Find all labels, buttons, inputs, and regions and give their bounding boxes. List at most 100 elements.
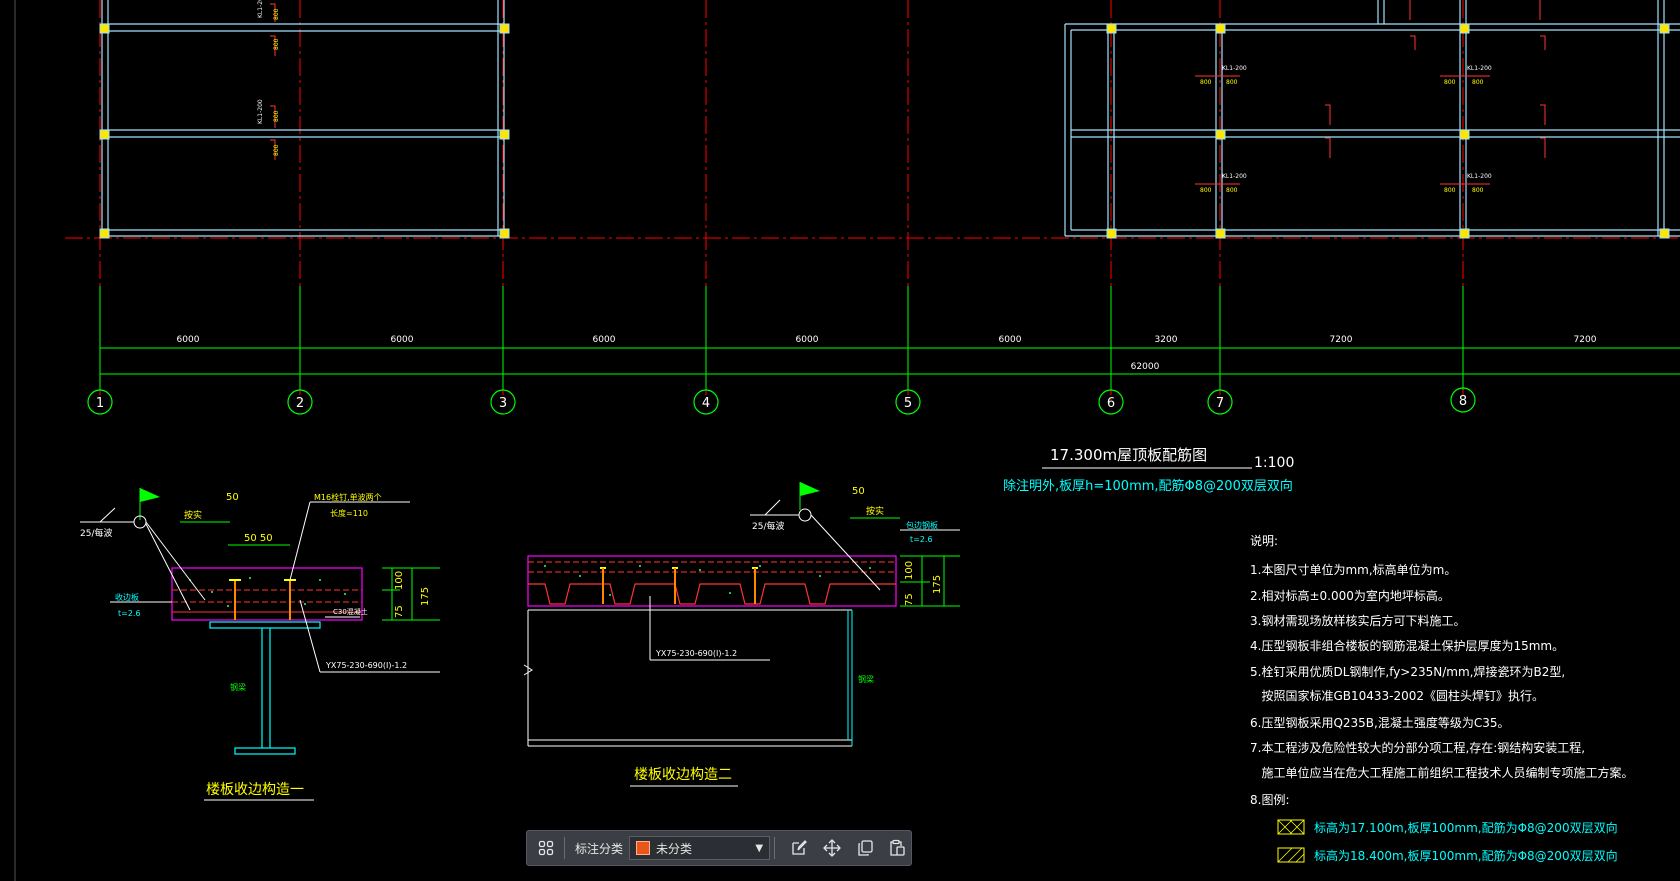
rebar-labels-left: KL1-200 KL1-200 <box>257 0 264 124</box>
detail1-dim-50: 50 <box>226 492 239 503</box>
svg-text:7200: 7200 <box>1330 335 1353 345</box>
cad-drawing-canvas[interactable]: KL1-200 KL1-200 800 800 800 800 KL1-200 … <box>0 0 1680 881</box>
detail2-dim-175: 175 <box>932 575 943 594</box>
detail-2: 25/每波 50 按实 75 100 175 包边钢板 t=2.6 YX75-2… <box>523 482 960 787</box>
svg-text:2: 2 <box>296 396 304 411</box>
svg-text:KL1-200: KL1-200 <box>1467 65 1492 72</box>
note-item: 2.相对标高±0.000为室内地坪标高。 <box>1250 588 1450 603</box>
note-item: 1.本图尺寸单位为mm,标高单位为m。 <box>1250 562 1456 577</box>
note-item: 5.栓钉采用优质DL钢制作,fy>235N/mm,焊接瓷环为B2型, <box>1250 664 1565 679</box>
svg-text:800: 800 <box>273 38 280 50</box>
svg-text:800: 800 <box>1200 187 1212 194</box>
svg-text:800: 800 <box>1200 79 1212 86</box>
detail2-deck-label: YX75-230-690(I)-1.2 <box>655 649 737 658</box>
svg-text:KL1-200: KL1-200 <box>1467 173 1492 180</box>
detail1-dim-50-50: 50 50 <box>244 533 273 544</box>
note-item: 6.压型钢板采用Q235B,混凝土强度等级为C35。 <box>1250 715 1510 730</box>
detail1-weld-label: 25/每波 <box>80 527 113 539</box>
copy-icon[interactable] <box>851 834 878 862</box>
frame-right <box>1064 0 1680 237</box>
legend: 标高为17.100m,板厚100mm,配筋为Φ8@200双层双向 标高为18.4… <box>1277 819 1618 863</box>
detail2-beam-label: 钢梁 <box>858 674 874 684</box>
toolbar-separator <box>774 837 776 859</box>
notes-heading: 说明: <box>1250 533 1278 548</box>
svg-text:6000: 6000 <box>177 335 200 345</box>
svg-text:5: 5 <box>904 396 912 411</box>
legend-item-2: 标高为18.400m,板厚100mm,配筋为Φ8@200双层双向 <box>1314 848 1618 863</box>
frame-left-columns <box>99 23 510 239</box>
svg-text:800: 800 <box>1472 187 1484 194</box>
drawing-note: 除注明外,板厚h=100mm,配筋Φ8@200双层双向 <box>1003 478 1293 494</box>
grid-axis-lines <box>65 0 1680 400</box>
svg-text:800: 800 <box>1472 79 1484 86</box>
svg-text:1: 1 <box>96 396 104 411</box>
note-item: 3.钢材需现场放样核实后方可下料施工。 <box>1250 613 1465 628</box>
category-selected-value: 未分类 <box>655 841 692 856</box>
note-item: 按照国家标准GB10433-2002《圆柱头焊钉》执行。 <box>1250 688 1544 703</box>
drawing-scale: 1:100 <box>1254 455 1294 471</box>
detail2-dim-50: 50 <box>852 486 865 497</box>
rebar-marks-right <box>1195 0 1546 185</box>
detail1-edge-t: t=2.6 <box>118 609 141 618</box>
svg-text:7200: 7200 <box>1574 335 1597 345</box>
svg-text:KL1-200: KL1-200 <box>257 99 264 124</box>
detail1-anchor-label: 按实 <box>184 509 202 521</box>
grid-apps-icon[interactable] <box>533 834 560 862</box>
detail2-weld-label: 25/每波 <box>752 520 785 532</box>
category-color-swatch <box>635 841 650 855</box>
frame-right-columns <box>1106 23 1670 239</box>
axis-bubble-labels: 1 2 3 4 5 6 7 8 <box>96 394 1467 411</box>
svg-text:KL1-200: KL1-200 <box>1222 65 1247 72</box>
general-notes: 说明: 1.本图尺寸单位为mm,标高单位为m。 2.相对标高±0.000为室内地… <box>1250 533 1633 807</box>
svg-text:6: 6 <box>1107 396 1115 411</box>
svg-text:6000: 6000 <box>796 335 819 345</box>
svg-text:800: 800 <box>1226 187 1238 194</box>
svg-text:800: 800 <box>273 110 280 122</box>
detail2-edge-label: 包边钢板 <box>906 520 938 530</box>
detail2-title: 楼板收边构造二 <box>634 767 732 783</box>
svg-text:800: 800 <box>1226 79 1238 86</box>
svg-text:KL1-200: KL1-200 <box>1222 173 1247 180</box>
svg-text:7: 7 <box>1216 396 1224 411</box>
toolbar-separator <box>563 837 565 859</box>
span-dimension-labels: 6000 6000 6000 6000 6000 3200 7200 7200 … <box>177 335 1597 372</box>
svg-text:3200: 3200 <box>1155 335 1178 345</box>
legend-item-1: 标高为17.100m,板厚100mm,配筋为Φ8@200双层双向 <box>1314 820 1618 835</box>
detail2-dim-75: 75 <box>904 593 915 606</box>
move-icon[interactable] <box>818 834 845 862</box>
svg-text:8: 8 <box>1459 394 1467 409</box>
chevron-down-icon: ▼ <box>755 842 764 854</box>
detail1-dim-175: 175 <box>420 587 431 606</box>
detail1-stud-length: 长度=110 <box>330 508 368 518</box>
svg-text:62000: 62000 <box>1131 362 1160 372</box>
frame-left <box>101 0 505 237</box>
note-item: 4.压型钢板非组合楼板的钢筋混凝土保护层厚度为15mm。 <box>1250 638 1564 653</box>
annotation-category-select[interactable]: 未分类 ▼ <box>628 836 771 860</box>
svg-text:800: 800 <box>273 144 280 156</box>
paste-icon[interactable] <box>884 834 911 862</box>
drawing-title: 17.300m屋顶板配筋图 <box>1050 446 1207 464</box>
detail1-deck-label: YX75-230-690(I)-1.2 <box>325 661 407 670</box>
dimension-lines <box>99 286 1680 390</box>
svg-text:6000: 6000 <box>593 335 616 345</box>
note-item: 施工单位应当在危大工程施工前组织工程技术人员编制专项施工方案。 <box>1250 765 1633 780</box>
svg-text:6000: 6000 <box>391 335 414 345</box>
note-item: 7.本工程涉及危险性较大的分部分项工程,存在:钢结构安装工程, <box>1250 740 1585 755</box>
detail2-edge-t: t=2.6 <box>910 535 933 544</box>
detail1-dim-100: 100 <box>394 571 405 590</box>
svg-text:6000: 6000 <box>999 335 1022 345</box>
note-item: 8.图例: <box>1250 793 1290 807</box>
annotation-category-label: 标注分类 <box>574 841 623 856</box>
detail1-title: 楼板收边构造一 <box>206 782 304 798</box>
svg-text:4: 4 <box>702 396 710 411</box>
detail-1: 25/每波 按实 50 50 50 M16栓钉,单波两个 长度=110 75 1… <box>80 488 440 801</box>
svg-text:800: 800 <box>273 8 280 20</box>
edit-icon[interactable] <box>785 834 812 862</box>
detail2-anchor-label: 按实 <box>866 505 884 517</box>
svg-text:800: 800 <box>1444 79 1456 86</box>
svg-text:800: 800 <box>1444 187 1456 194</box>
detail1-dim-75: 75 <box>394 605 405 618</box>
svg-text:3: 3 <box>499 396 507 411</box>
svg-text:KL1-200: KL1-200 <box>257 0 264 18</box>
detail1-edge-label: 收边板 <box>115 592 139 602</box>
